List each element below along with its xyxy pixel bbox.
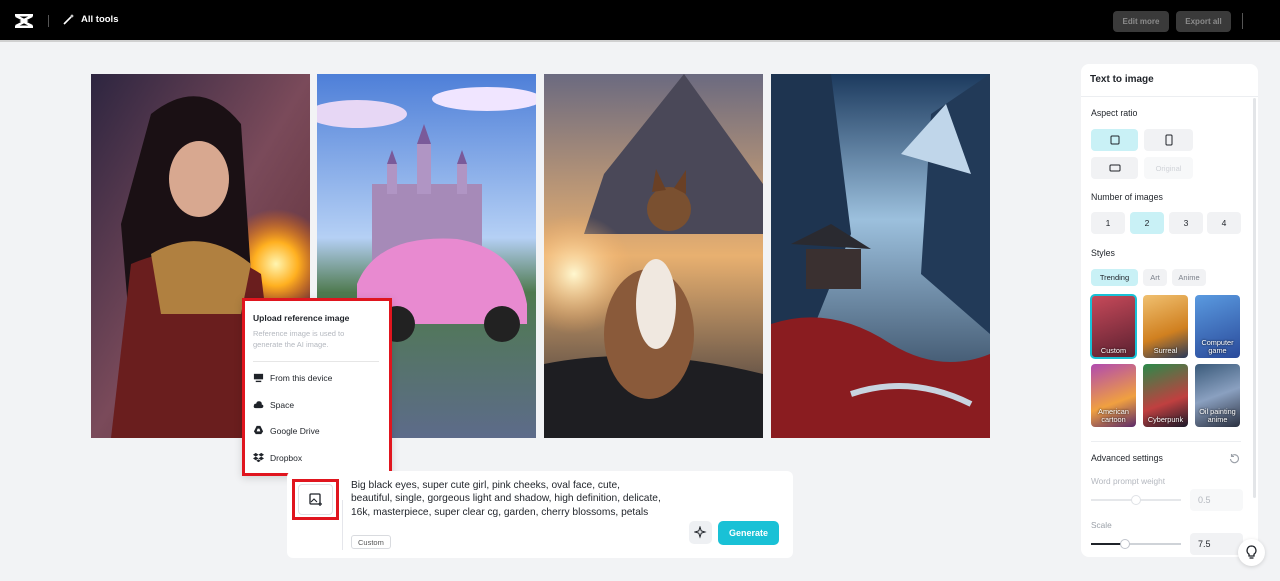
word-prompt-weight-label: Word prompt weight — [1091, 476, 1166, 486]
reset-icon[interactable] — [1229, 453, 1240, 464]
popup-divider — [253, 361, 379, 362]
style-label: Computer game — [1201, 338, 1234, 355]
landscape-ratio-icon — [1109, 164, 1120, 172]
magic-wand-icon — [63, 14, 74, 25]
style-oil-painting-anime[interactable]: Oil painting anime — [1195, 364, 1240, 427]
style-tab-trending[interactable]: Trending — [1091, 269, 1138, 286]
upload-google-drive-item[interactable]: Google Drive — [253, 425, 320, 436]
upload-dropbox-label: Dropbox — [270, 452, 303, 463]
dropbox-icon — [253, 452, 264, 463]
style-american-cartoon[interactable]: American cartoon — [1091, 364, 1136, 427]
all-tools-label: All tools — [81, 13, 119, 25]
prompt-style-tag[interactable]: Custom — [351, 535, 391, 549]
square-ratio-icon — [1110, 135, 1119, 145]
style-label: Cyberpunk — [1147, 415, 1184, 424]
upload-reference-popup: Upload reference image Reference image i… — [242, 298, 392, 476]
aspect-original-button[interactable]: Original — [1144, 157, 1193, 179]
all-tools-button[interactable]: All tools — [63, 13, 118, 25]
num-images-4-button[interactable]: 4 — [1207, 212, 1241, 234]
capcut-logo-icon[interactable] — [14, 11, 34, 31]
num-images-1-button[interactable]: 1 — [1091, 212, 1125, 234]
scale-label: Scale — [1091, 520, 1112, 530]
style-tab-art[interactable]: Art — [1143, 269, 1167, 286]
generated-image-3[interactable] — [544, 74, 763, 438]
upload-reference-description: Reference image is used to generate the … — [253, 329, 345, 349]
panel-scrollbar[interactable] — [1253, 98, 1256, 498]
style-cyberpunk[interactable]: Cyberpunk — [1143, 364, 1188, 427]
scale-input[interactable]: 7.5 — [1190, 533, 1243, 555]
style-tab-anime[interactable]: Anime — [1172, 269, 1206, 286]
aspect-ratio-label: Aspect ratio — [1091, 108, 1138, 118]
upload-google-drive-label: Google Drive — [270, 425, 320, 436]
portrait-ratio-icon — [1165, 134, 1172, 146]
header-divider-right — [1242, 13, 1243, 29]
top-bar: All tools Edit more Export all — [0, 0, 1280, 42]
advanced-divider — [1091, 441, 1241, 442]
cloud-icon — [253, 401, 264, 409]
image-add-icon — [308, 492, 322, 506]
style-label: Surreal — [1153, 346, 1178, 355]
style-label: Custom — [1100, 346, 1127, 355]
export-all-button[interactable]: Export all — [1176, 11, 1231, 32]
panel-title: Text to image — [1090, 74, 1154, 85]
header-divider — [48, 15, 49, 27]
upload-reference-button[interactable] — [292, 479, 339, 520]
upload-from-device-item[interactable]: From this device — [253, 372, 332, 383]
generate-button[interactable]: Generate — [718, 521, 779, 545]
upload-dropbox-item[interactable]: Dropbox — [253, 452, 302, 463]
prompt-text-input[interactable]: Big black eyes, super cute girl, pink ch… — [351, 479, 661, 519]
styles-label: Styles — [1091, 248, 1115, 258]
aspect-landscape-button[interactable] — [1091, 157, 1138, 179]
num-images-3-button[interactable]: 3 — [1169, 212, 1203, 234]
google-drive-icon — [253, 425, 264, 435]
generated-image-4[interactable] — [771, 74, 990, 438]
style-computer-game[interactable]: Computer game — [1195, 295, 1240, 358]
panel-divider — [1081, 96, 1258, 97]
upload-from-device-label: From this device — [270, 372, 333, 383]
scale-knob[interactable] — [1120, 539, 1130, 549]
advanced-settings-label: Advanced settings — [1091, 453, 1163, 463]
number-of-images-label: Number of images — [1091, 192, 1163, 202]
aspect-portrait-button[interactable] — [1144, 129, 1193, 151]
lightbulb-icon — [1246, 545, 1257, 559]
text-to-image-panel: Text to image Aspect ratio Original Numb… — [1081, 64, 1258, 557]
style-surreal[interactable]: Surreal — [1143, 295, 1188, 358]
num-images-2-button[interactable]: 2 — [1130, 212, 1164, 234]
upload-reference-title: Upload reference image — [253, 313, 350, 323]
word-prompt-weight-input[interactable]: 0.5 — [1190, 489, 1243, 511]
monitor-icon — [253, 373, 264, 383]
prompt-enhance-button[interactable] — [689, 521, 712, 544]
style-custom[interactable]: Custom — [1090, 294, 1137, 359]
prompt-divider — [342, 500, 343, 550]
sparkle-icon — [694, 526, 707, 539]
style-label: American cartoon — [1098, 407, 1129, 424]
style-label: Oil painting anime — [1199, 407, 1236, 424]
upload-space-label: Space — [270, 399, 295, 410]
edit-more-button[interactable]: Edit more — [1113, 11, 1169, 32]
aspect-square-button[interactable] — [1091, 129, 1138, 151]
help-button[interactable] — [1238, 539, 1265, 566]
upload-space-item[interactable]: Space — [253, 399, 294, 410]
word-prompt-weight-knob[interactable] — [1131, 495, 1141, 505]
